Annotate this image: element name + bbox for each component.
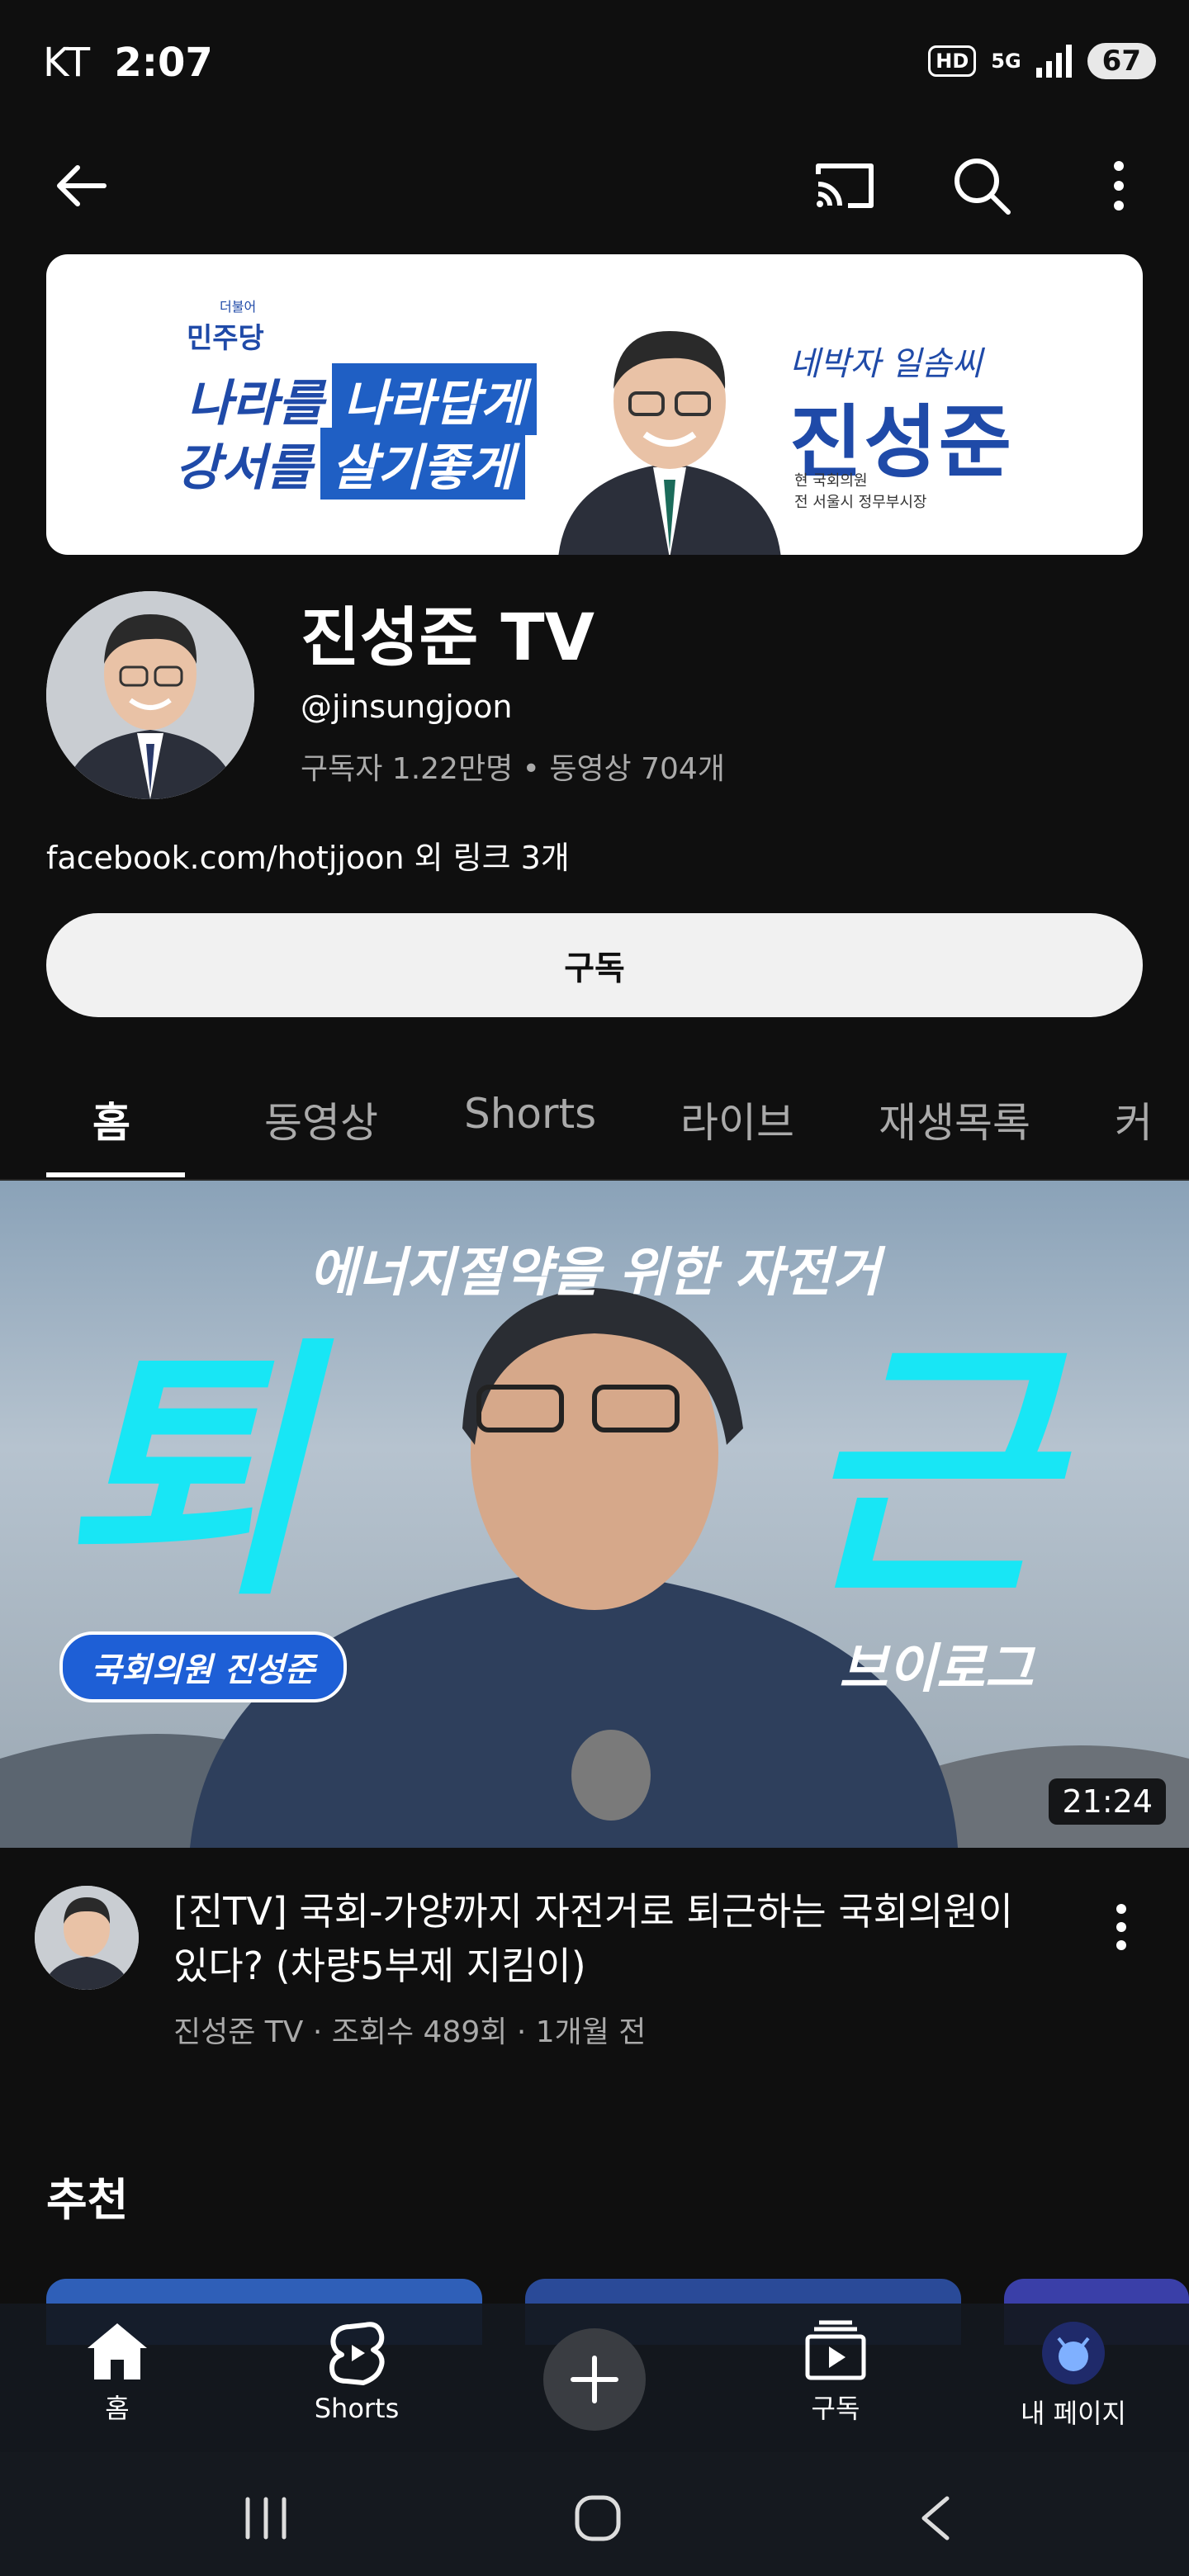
active-tab-indicator bbox=[46, 1172, 185, 1177]
slogan-2-plain: 강서를 bbox=[175, 439, 312, 497]
channel-stats: 구독자 1.22만명 • 동영상 704개 bbox=[301, 752, 725, 786]
channel-links[interactable]: facebook.com/hotjjoon 외 링크 3개 bbox=[46, 832, 570, 878]
create-button[interactable] bbox=[543, 2328, 646, 2431]
back-system-button[interactable] bbox=[885, 2477, 984, 2559]
signal-icon bbox=[1035, 45, 1072, 78]
battery-indicator: 67 bbox=[1087, 43, 1156, 79]
clock: 2:07 bbox=[114, 40, 213, 86]
thumbnail-vlog: 브이로그 bbox=[839, 1639, 1034, 1700]
video-channel-avatar[interactable] bbox=[35, 1886, 139, 1990]
nav-home-label: 홈 bbox=[105, 2393, 130, 2424]
tab-home[interactable]: 홈 bbox=[92, 1090, 130, 1149]
status-left: KT 2:07 bbox=[43, 40, 213, 86]
career-line-1: 현 국회의원 bbox=[794, 472, 868, 490]
channel-tabs: 홈 동영상 Shorts 라이브 재생목록 커 bbox=[0, 1057, 1189, 1181]
banner-portrait-image bbox=[558, 331, 781, 555]
tab-shorts[interactable]: Shorts bbox=[464, 1090, 596, 1138]
video-duration-badge: 21:24 bbox=[1049, 1778, 1166, 1825]
nav-my-page[interactable]: 내 페이지 bbox=[991, 2320, 1156, 2431]
subscriptions-icon bbox=[805, 2320, 866, 2380]
recent-apps-icon bbox=[245, 2497, 287, 2540]
tab-community[interactable]: 커 bbox=[1115, 1090, 1153, 1149]
nav-subscriptions[interactable]: 구독 bbox=[753, 2320, 918, 2426]
top-app-bar bbox=[0, 140, 1189, 231]
search-button[interactable] bbox=[936, 140, 1027, 231]
channel-banner: 더불어 민주당 나라를 나라답게 강서를 살기좋게 네박자 일솜씨 진성준 현 … bbox=[46, 254, 1143, 555]
nav-shorts-label: Shorts bbox=[314, 2393, 400, 2424]
career-line-2: 전 서울시 정무부시장 bbox=[794, 494, 927, 511]
profile-avatar-icon bbox=[1042, 2322, 1105, 2384]
cast-button[interactable] bbox=[799, 140, 890, 231]
video-more-button[interactable] bbox=[1097, 1894, 1146, 1960]
back-button[interactable] bbox=[35, 140, 126, 231]
slogan-line-1: 나라를 나라답게 bbox=[187, 363, 538, 435]
more-options-button[interactable] bbox=[1073, 140, 1164, 231]
shorts-icon bbox=[329, 2322, 385, 2385]
recommended-section-title: 추천 bbox=[46, 2174, 129, 2226]
tab-videos[interactable]: 동영상 bbox=[264, 1090, 378, 1149]
nav-subscriptions-label: 구독 bbox=[811, 2393, 860, 2424]
thumbnail-big-right: 근 bbox=[801, 1315, 1052, 1632]
nav-my-page-label: 내 페이지 bbox=[1021, 2398, 1126, 2429]
nav-home[interactable]: 홈 bbox=[35, 2320, 200, 2426]
slogan-2-boxed: 살기좋게 bbox=[320, 428, 526, 500]
video-channel-avatar-image bbox=[35, 1886, 139, 1990]
channel-avatar-image bbox=[46, 591, 254, 799]
thumbnail-big-left: 퇴 bbox=[58, 1315, 309, 1632]
carrier-label: KT bbox=[43, 40, 91, 86]
party-small-text: 더불어 bbox=[220, 299, 257, 315]
plus-icon bbox=[571, 2356, 618, 2403]
party-name: 민주당 bbox=[187, 322, 264, 355]
cast-icon bbox=[816, 163, 874, 208]
channel-title: 진성준 TV bbox=[301, 601, 595, 675]
hd-voice-icon: HD bbox=[928, 45, 977, 77]
video-meta: [진TV] 국회-가양까지 자전거로 퇴근하는 국회의원이 있다? (차량5부제… bbox=[0, 1848, 1189, 2095]
channel-avatar[interactable] bbox=[46, 591, 254, 799]
thumbnail-pill: 국회의원 진성준 bbox=[59, 1631, 347, 1702]
bottom-navigation: 홈 Shorts 구독 내 페이지 bbox=[0, 2304, 1189, 2452]
home-circle-icon bbox=[575, 2495, 621, 2541]
thumbnail-top-text: 에너지절약을 위한 자전거 bbox=[308, 1243, 881, 1304]
slogan-line-2: 강서를 살기좋게 bbox=[175, 428, 526, 500]
network-type-icon: 5G bbox=[991, 50, 1021, 73]
recent-apps-button[interactable] bbox=[216, 2477, 315, 2559]
party-logo: 더불어 민주당 bbox=[187, 296, 264, 356]
back-chevron-icon bbox=[921, 2496, 950, 2540]
channel-link-more[interactable]: 외 링크 3개 bbox=[405, 840, 570, 876]
system-navigation-bar bbox=[0, 2452, 1189, 2576]
more-vert-icon bbox=[1116, 1904, 1126, 1950]
channel-link-url[interactable]: facebook.com/hotjjoon bbox=[46, 840, 405, 876]
more-vert-icon bbox=[1114, 161, 1124, 211]
status-bar: KT 2:07 HD 5G 67 bbox=[0, 0, 1189, 132]
subscribe-button[interactable]: 구독 bbox=[46, 913, 1143, 1017]
slogan-1-plain: 나라를 bbox=[187, 375, 324, 433]
video-subtitle: 진성준 TV · 조회수 489회 · 1개월 전 bbox=[173, 2015, 647, 2049]
home-system-button[interactable] bbox=[548, 2477, 647, 2559]
home-icon bbox=[88, 2323, 147, 2379]
video-thumbnail[interactable]: 에너지절약을 위한 자전거 퇴 근 국회의원 진성준 브이로그 21:24 bbox=[0, 1181, 1189, 1848]
slogan-1-boxed: 나라답게 bbox=[331, 363, 538, 435]
nav-shorts[interactable]: Shorts bbox=[274, 2320, 439, 2424]
video-title[interactable]: [진TV] 국회-가양까지 자전거로 퇴근하는 국회의원이 있다? (차량5부제… bbox=[173, 1884, 1024, 1993]
channel-handle: @jinsungjoon bbox=[301, 689, 513, 725]
back-arrow-icon bbox=[57, 165, 107, 206]
tab-playlists[interactable]: 재생목록 bbox=[879, 1090, 1030, 1149]
status-right: HD 5G 67 bbox=[928, 43, 1156, 79]
banner-career: 현 국회의원 전 서울시 정무부시장 bbox=[794, 471, 926, 514]
tab-live[interactable]: 라이브 bbox=[680, 1090, 794, 1149]
search-icon bbox=[955, 159, 1011, 215]
